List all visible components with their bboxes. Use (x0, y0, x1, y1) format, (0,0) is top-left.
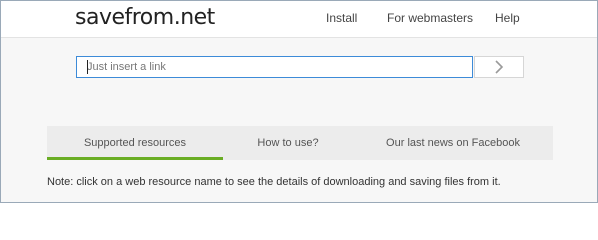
tab-label: Supported resources (83, 137, 187, 149)
resources-note: Note: click on a web resource name to se… (47, 176, 501, 188)
tab-label: Our last news on Facebook (386, 137, 520, 149)
site-header: savefrom.net Install For webmasters Help (1, 1, 597, 38)
active-tab-indicator (47, 157, 223, 160)
text-caret (87, 60, 88, 74)
download-go-button[interactable] (474, 56, 524, 78)
chevron-right-icon (495, 60, 504, 74)
info-tabs: Supported resources How to use? Our last… (47, 126, 553, 160)
nav-for-webmasters[interactable]: For webmasters (387, 11, 473, 25)
site-logo[interactable]: savefrom.net (75, 5, 215, 30)
tab-supported-resources[interactable]: Supported resources (47, 126, 223, 160)
link-input[interactable] (76, 56, 473, 78)
nav-help[interactable]: Help (495, 11, 520, 25)
nav-install[interactable]: Install (326, 11, 357, 25)
main-content: Supported resources How to use? Our last… (1, 38, 597, 202)
tab-how-to-use[interactable]: How to use? (223, 126, 353, 160)
tab-facebook-news[interactable]: Our last news on Facebook (353, 126, 553, 160)
tab-label: How to use? (257, 137, 319, 149)
